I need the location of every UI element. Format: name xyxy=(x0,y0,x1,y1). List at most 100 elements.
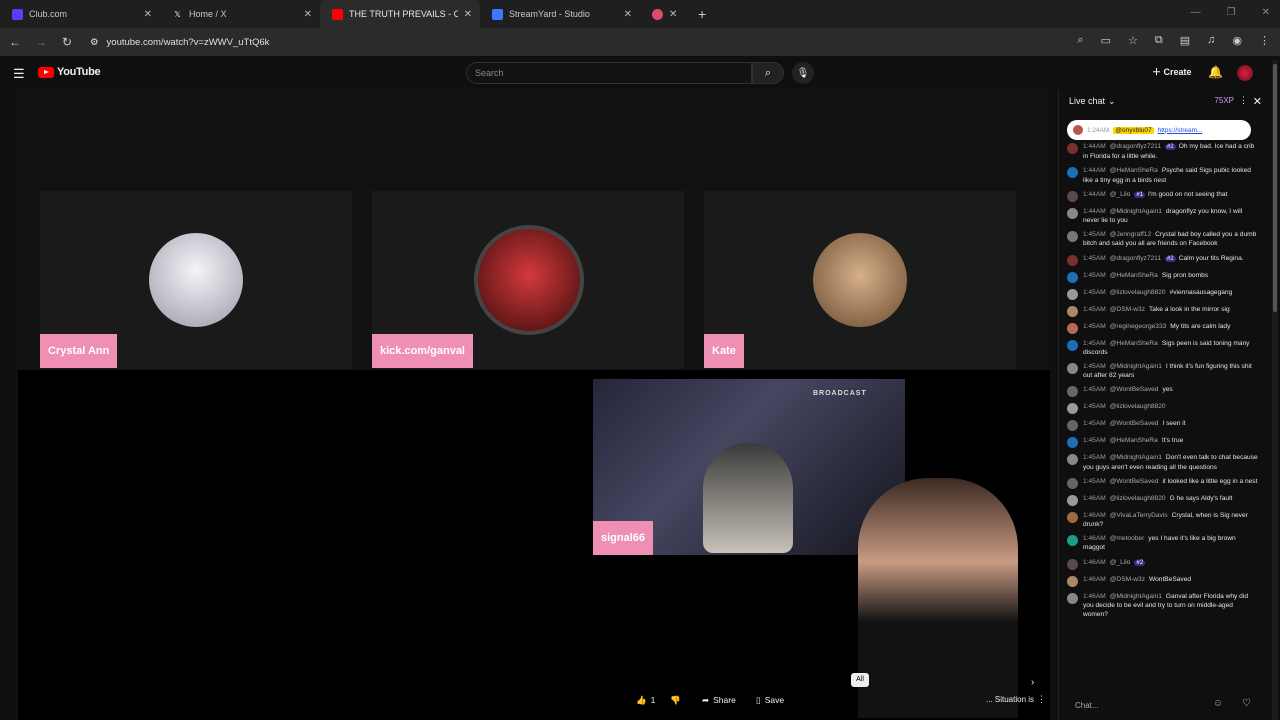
more-options-icon[interactable]: ⋮ xyxy=(1037,694,1046,705)
avatar[interactable] xyxy=(1067,592,1078,604)
chat-mode-dropdown[interactable]: Live chat xyxy=(1069,96,1105,106)
message-author[interactable]: @DSM-w3z xyxy=(1110,576,1145,583)
message-author[interactable]: @MidnightAgain1 xyxy=(1110,593,1162,600)
browser-tab-club[interactable]: Club.com ✕ xyxy=(0,0,160,28)
avatar[interactable] xyxy=(1067,575,1078,587)
close-icon[interactable]: ✕ xyxy=(669,9,677,20)
chat-message[interactable]: 1:44AM @HeManSheRa Psyche said Sigs pubic … xyxy=(1067,166,1259,184)
avatar[interactable] xyxy=(1067,511,1078,523)
page-scrollbar[interactable] xyxy=(1272,60,1278,720)
close-icon[interactable]: ✕ xyxy=(144,9,152,20)
share-button[interactable]: ➦ Share xyxy=(702,691,736,709)
heart-icon[interactable]: ♡ xyxy=(1242,698,1251,709)
avatar[interactable] xyxy=(1067,494,1078,506)
chat-message[interactable]: 1:45AM @HeManSheRa Sig pron bombs xyxy=(1067,271,1259,283)
close-icon[interactable]: ✕ xyxy=(304,9,312,20)
avatar[interactable] xyxy=(1067,339,1078,351)
message-author[interactable]: @WontBeSaved xyxy=(1110,420,1159,427)
chat-message[interactable]: 1:45AM @dragonflyz7211 #2 Calm your tits Re… xyxy=(1067,254,1259,266)
chat-message[interactable]: 1:45AM @WontBeSaved it looked like a littl… xyxy=(1067,477,1259,489)
chat-message[interactable]: 1:45AM @WontBeSaved yes xyxy=(1067,385,1259,398)
avatar[interactable] xyxy=(1067,167,1078,179)
emoji-icon[interactable]: ☺ xyxy=(1213,698,1223,709)
message-author[interactable]: @DSM-w3z xyxy=(1110,306,1145,313)
browser-tab-x[interactable]: 𝕏 Home / X ✕ xyxy=(160,0,320,28)
avatar[interactable] xyxy=(1067,143,1078,154)
message-author[interactable]: @MidnightAgain1 xyxy=(1110,363,1162,370)
message-author[interactable]: @dragonflyz7211 xyxy=(1110,255,1161,262)
avatar[interactable] xyxy=(1067,363,1078,375)
message-author[interactable]: @_Lilo xyxy=(1110,191,1131,198)
zoom-icon[interactable]: ⌕ xyxy=(1077,34,1083,47)
message-author[interactable]: @dragonflyz7211 xyxy=(1110,143,1161,150)
avatar[interactable] xyxy=(1067,271,1078,283)
avatar[interactable] xyxy=(1067,403,1078,415)
account-avatar[interactable] xyxy=(1237,65,1253,81)
message-author[interactable]: @_Lilo xyxy=(1110,559,1131,566)
close-icon[interactable]: ✕ xyxy=(1253,95,1262,108)
chevron-right-icon[interactable]: › xyxy=(1031,677,1034,688)
close-icon[interactable]: ✕ xyxy=(624,9,632,20)
media-icon[interactable]: ♫ xyxy=(1207,34,1215,47)
browser-tab-streamyard[interactable]: StreamYard - Studio ✕ xyxy=(480,0,640,28)
chat-message[interactable]: 1:45AM @Jenngraff12 Crystal bad boy called… xyxy=(1067,230,1259,248)
message-author[interactable]: @reginegeorge333 xyxy=(1110,323,1167,330)
message-author[interactable]: @MidnightAgain1 xyxy=(1110,208,1162,215)
bookmark-star-icon[interactable]: ☆ xyxy=(1128,34,1138,47)
pinned-message[interactable]: 1:24AM @onyxblu07 https://stream... xyxy=(1067,120,1251,140)
create-button[interactable]: ＋ Create xyxy=(1152,65,1192,78)
chat-input[interactable]: Chat... ☺ ♡ xyxy=(1067,694,1263,716)
extensions-icon[interactable]: ⧉ xyxy=(1155,34,1163,47)
message-author[interactable]: @WontBeSaved xyxy=(1110,478,1159,485)
new-tab-icon[interactable]: + xyxy=(698,6,706,22)
chat-message[interactable]: 1:44AM @dragonflyz7211 #2 Oh my bad. Ice ha… xyxy=(1067,142,1259,161)
message-author[interactable]: @Jenngraff12 xyxy=(1110,231,1151,238)
chat-message[interactable]: 1:45AM @reginegeorge333 My tits are calm l… xyxy=(1067,322,1259,334)
menu-icon[interactable]: ⋮ xyxy=(1259,34,1270,47)
avatar[interactable] xyxy=(1067,420,1078,432)
site-info-icon[interactable]: ⚙ xyxy=(90,37,99,48)
avatar[interactable] xyxy=(1067,454,1078,466)
close-window-icon[interactable]: ✕ xyxy=(1262,7,1270,18)
minimize-icon[interactable]: — xyxy=(1191,7,1201,18)
search-button[interactable]: ⌕ xyxy=(752,62,784,84)
avatar[interactable] xyxy=(1067,254,1078,266)
chat-message[interactable]: 1:45AM @WontBeSaved I seen it xyxy=(1067,419,1259,432)
chat-message[interactable]: 1:46AM @_Lilo #2 xyxy=(1067,558,1259,570)
message-author[interactable]: @MidnightAgain1 xyxy=(1110,454,1162,461)
chat-message[interactable]: 1:46AM @metoober yes I have it's like a bi… xyxy=(1067,534,1259,552)
filter-chip-all[interactable]: All xyxy=(851,673,869,687)
notifications-bell-icon[interactable]: 🔔 xyxy=(1208,65,1223,79)
chat-message[interactable]: 1:46AM @lizlovelaugh8820 G he says Aldy's … xyxy=(1067,494,1259,506)
maximize-icon[interactable]: ❐ xyxy=(1227,7,1236,18)
chat-message[interactable]: 1:46AM @MidnightAgain1 Ganval after Florid… xyxy=(1067,592,1259,620)
dislike-button[interactable]: 👎 xyxy=(670,691,681,709)
avatar[interactable] xyxy=(1067,207,1078,219)
avatar[interactable] xyxy=(1067,558,1078,570)
message-author[interactable]: @WontBeSaved xyxy=(1110,386,1159,393)
chat-message[interactable]: 1:44AM @_Lilo #1 I'm good on not seeing tha… xyxy=(1067,190,1259,202)
chat-message[interactable]: 1:45AM @MidnightAgain1 Don't even talk to … xyxy=(1067,453,1259,471)
profile-icon[interactable]: ◉ xyxy=(1232,34,1242,47)
save-button[interactable]: ▯ Save xyxy=(756,691,784,709)
avatar[interactable] xyxy=(1067,477,1078,489)
avatar[interactable] xyxy=(1067,322,1078,334)
avatar[interactable] xyxy=(1067,190,1078,202)
chat-message[interactable]: 1:45AM @HeManSheRa It's true xyxy=(1067,436,1259,449)
chat-message[interactable]: 1:46AM @VivaLaTerryDavis Crystal, when is … xyxy=(1067,511,1259,529)
message-author[interactable]: @HeManSheRa xyxy=(1110,437,1158,444)
avatar[interactable] xyxy=(1067,386,1078,398)
browser-tab-recording[interactable]: ✕ xyxy=(640,0,690,28)
avatar[interactable] xyxy=(1067,231,1078,243)
message-author[interactable]: @HeManSheRa xyxy=(1110,167,1158,174)
back-icon[interactable]: ← xyxy=(4,35,26,49)
like-button[interactable]: 👍 1 xyxy=(636,691,655,709)
cast-icon[interactable]: ▭ xyxy=(1101,34,1111,47)
pinned-link[interactable]: https://stream... xyxy=(1158,127,1203,134)
close-icon[interactable]: ✕ xyxy=(464,9,472,20)
chat-message[interactable]: 1:45AM @HeManSheRa Sigs peen is said tonin… xyxy=(1067,339,1259,357)
reload-icon[interactable]: ↻ xyxy=(56,35,78,49)
message-author[interactable]: @metoober xyxy=(1110,535,1145,542)
avatar[interactable] xyxy=(1067,535,1078,547)
message-author[interactable]: @HeManSheRa xyxy=(1110,340,1158,347)
